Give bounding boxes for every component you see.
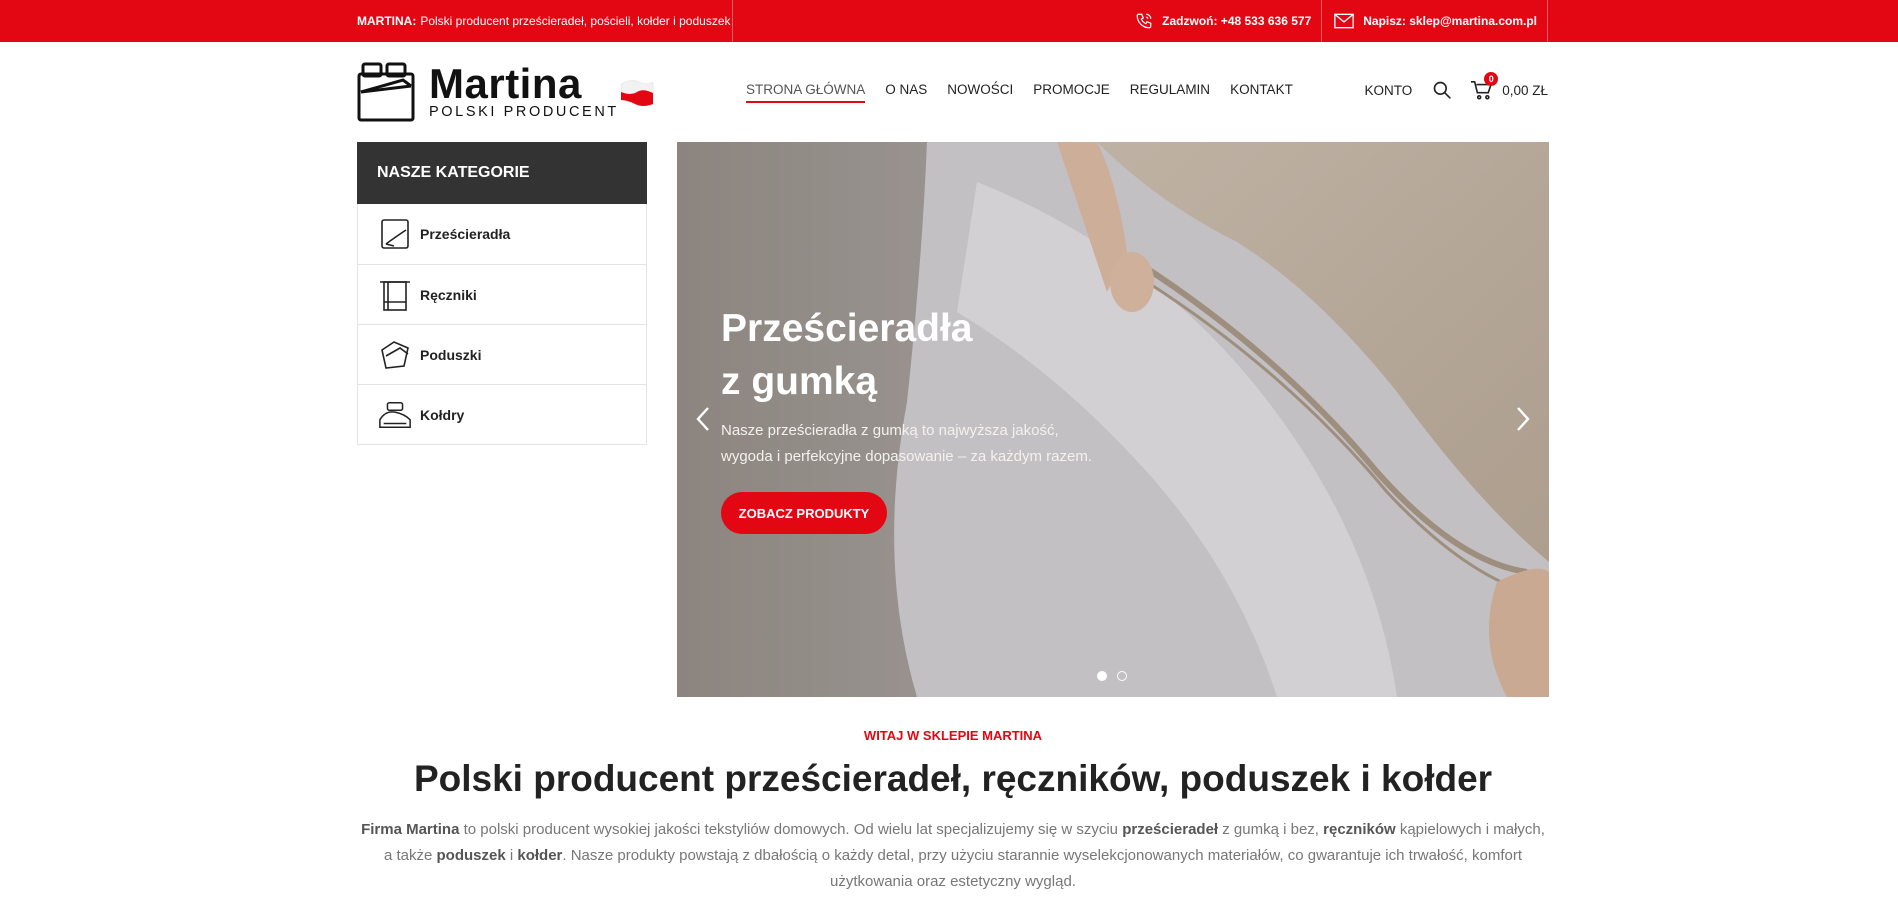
phone-label: Zadzwoń: +48 533 636 577 (1162, 14, 1312, 28)
intro-heading: Polski producent prześcieradeł, ręcznikó… (413, 758, 1493, 799)
intro-text: i (505, 847, 518, 864)
chevron-right-icon[interactable] (1511, 404, 1535, 434)
intro-text: z gumką i bez, (1218, 821, 1324, 838)
mail-icon (1334, 13, 1355, 29)
email-link[interactable]: Napisz: sklep@martina.com.pl (1321, 0, 1548, 42)
email-label: Napisz: sklep@martina.com.pl (1363, 14, 1537, 28)
intro-bold: kołder (517, 847, 563, 864)
slide-title-line1: Prześcieradła (721, 307, 973, 350)
category-label: Prześcieradła (420, 226, 511, 242)
search-icon[interactable] (1432, 80, 1452, 100)
intro-section: WITAJ W SKLEPIE MARTINA Polski producent… (357, 728, 1549, 895)
category-label: Poduszki (420, 346, 482, 363)
intro-bold: poduszek (436, 847, 506, 864)
nav-home[interactable]: STRONA GŁÓWNA (746, 82, 866, 103)
logo-subtitle: POLSKI PRODUCENT (429, 104, 619, 120)
intro-text: to polski producent wysokiej jakości tek… (459, 821, 1123, 838)
slide-text-line2: wygoda i perfekcyjne dopasowanie – za ka… (721, 448, 1093, 465)
category-item-towels[interactable]: Ręczniki (358, 264, 646, 324)
category-label: Kołdry (420, 406, 465, 423)
slide-content: Prześcieradła z gumką Nasze prześcieradł… (721, 302, 1141, 534)
hero-slider: Prześcieradła z gumką Nasze prześcieradł… (677, 142, 1549, 697)
topbar-contacts: Zadzwoń: +48 533 636 577 Napisz: sklep@m… (1123, 0, 1548, 42)
categories-panel: NASZE KATEGORIE Prześcieradła Ręczniki P… (357, 142, 647, 445)
intro-kicker: WITAJ W SKLEPIE MARTINA (863, 728, 1043, 743)
chevron-left-icon[interactable] (691, 404, 715, 434)
logo-bed-icon (357, 62, 415, 122)
nav-contact[interactable]: KONTAKT (1230, 82, 1293, 103)
nav-promotions[interactable]: PROMOCJE (1033, 82, 1110, 103)
intro-text: . Nasze produkty powstają z dbałością o … (562, 847, 1523, 890)
nav-new[interactable]: NOWOŚCI (947, 82, 1013, 103)
category-item-duvets[interactable]: Kołdry (358, 384, 646, 444)
intro-bold: ręczników (1323, 821, 1396, 838)
categories-list: Prześcieradła Ręczniki Poduszki Kołdry (357, 204, 647, 445)
topbar-brand: MARTINA: (357, 14, 417, 28)
slide-title-line2: z gumką (721, 360, 878, 403)
category-item-pillows[interactable]: Poduszki (358, 324, 646, 384)
logo-text: Martina POLSKI PRODUCENT (429, 60, 619, 121)
logo[interactable]: Martina POLSKI PRODUCENT (357, 60, 657, 124)
main-nav: STRONA GŁÓWNA O NAS NOWOŚCI PROMOCJE REG… (746, 82, 1293, 103)
slider-dot[interactable] (1097, 671, 1107, 681)
header-actions: KONTO 0 0,00 ZŁ (1364, 72, 1548, 100)
pillow-icon (378, 338, 412, 372)
cart-button[interactable]: 0 0,00 ZŁ (1470, 72, 1548, 100)
slider-dots (1097, 671, 1127, 681)
top-bar: MARTINA: Polski producent prześcieradeł,… (0, 0, 1898, 42)
slide-text-line1: Nasze prześcieradła z gumką to najwyższa… (721, 422, 1059, 439)
view-products-button[interactable]: ZOBACZ PRODUKTY (721, 492, 887, 534)
intro-paragraph: Firma Martina to polski producent wysoki… (357, 817, 1549, 895)
cart-total: 0,00 ZŁ (1502, 82, 1548, 98)
slider-dot[interactable] (1117, 671, 1127, 681)
logo-name: Martina (429, 60, 582, 107)
topbar-tagline: MARTINA: Polski producent prześcieradeł,… (357, 0, 733, 42)
intro-bold: Firma Martina (361, 821, 460, 838)
account-link[interactable]: KONTO (1364, 83, 1412, 98)
poland-flag-icon (620, 80, 654, 106)
duvet-icon (378, 398, 412, 432)
cart-count-badge: 0 (1484, 72, 1499, 86)
slide-title: Prześcieradła z gumką (721, 302, 1141, 408)
phone-link[interactable]: Zadzwoń: +48 533 636 577 (1123, 0, 1321, 42)
nav-about[interactable]: O NAS (885, 82, 927, 103)
categories-title: NASZE KATEGORIE (357, 142, 647, 204)
sheet-icon (378, 217, 412, 251)
towel-icon (378, 278, 412, 312)
slide-text: Nasze prześcieradła z gumką to najwyższa… (721, 418, 1141, 470)
header: Martina POLSKI PRODUCENT STRONA GŁÓWNA O… (0, 42, 1898, 142)
phone-icon (1136, 13, 1152, 29)
nav-terms[interactable]: REGULAMIN (1130, 82, 1210, 103)
intro-bold: prześcieradeł (1122, 821, 1219, 838)
category-item-sheets[interactable]: Prześcieradła (358, 204, 646, 264)
category-label: Ręczniki (420, 286, 477, 303)
topbar-tagline-text: Polski producent prześcieradeł, pościeli… (420, 14, 731, 28)
